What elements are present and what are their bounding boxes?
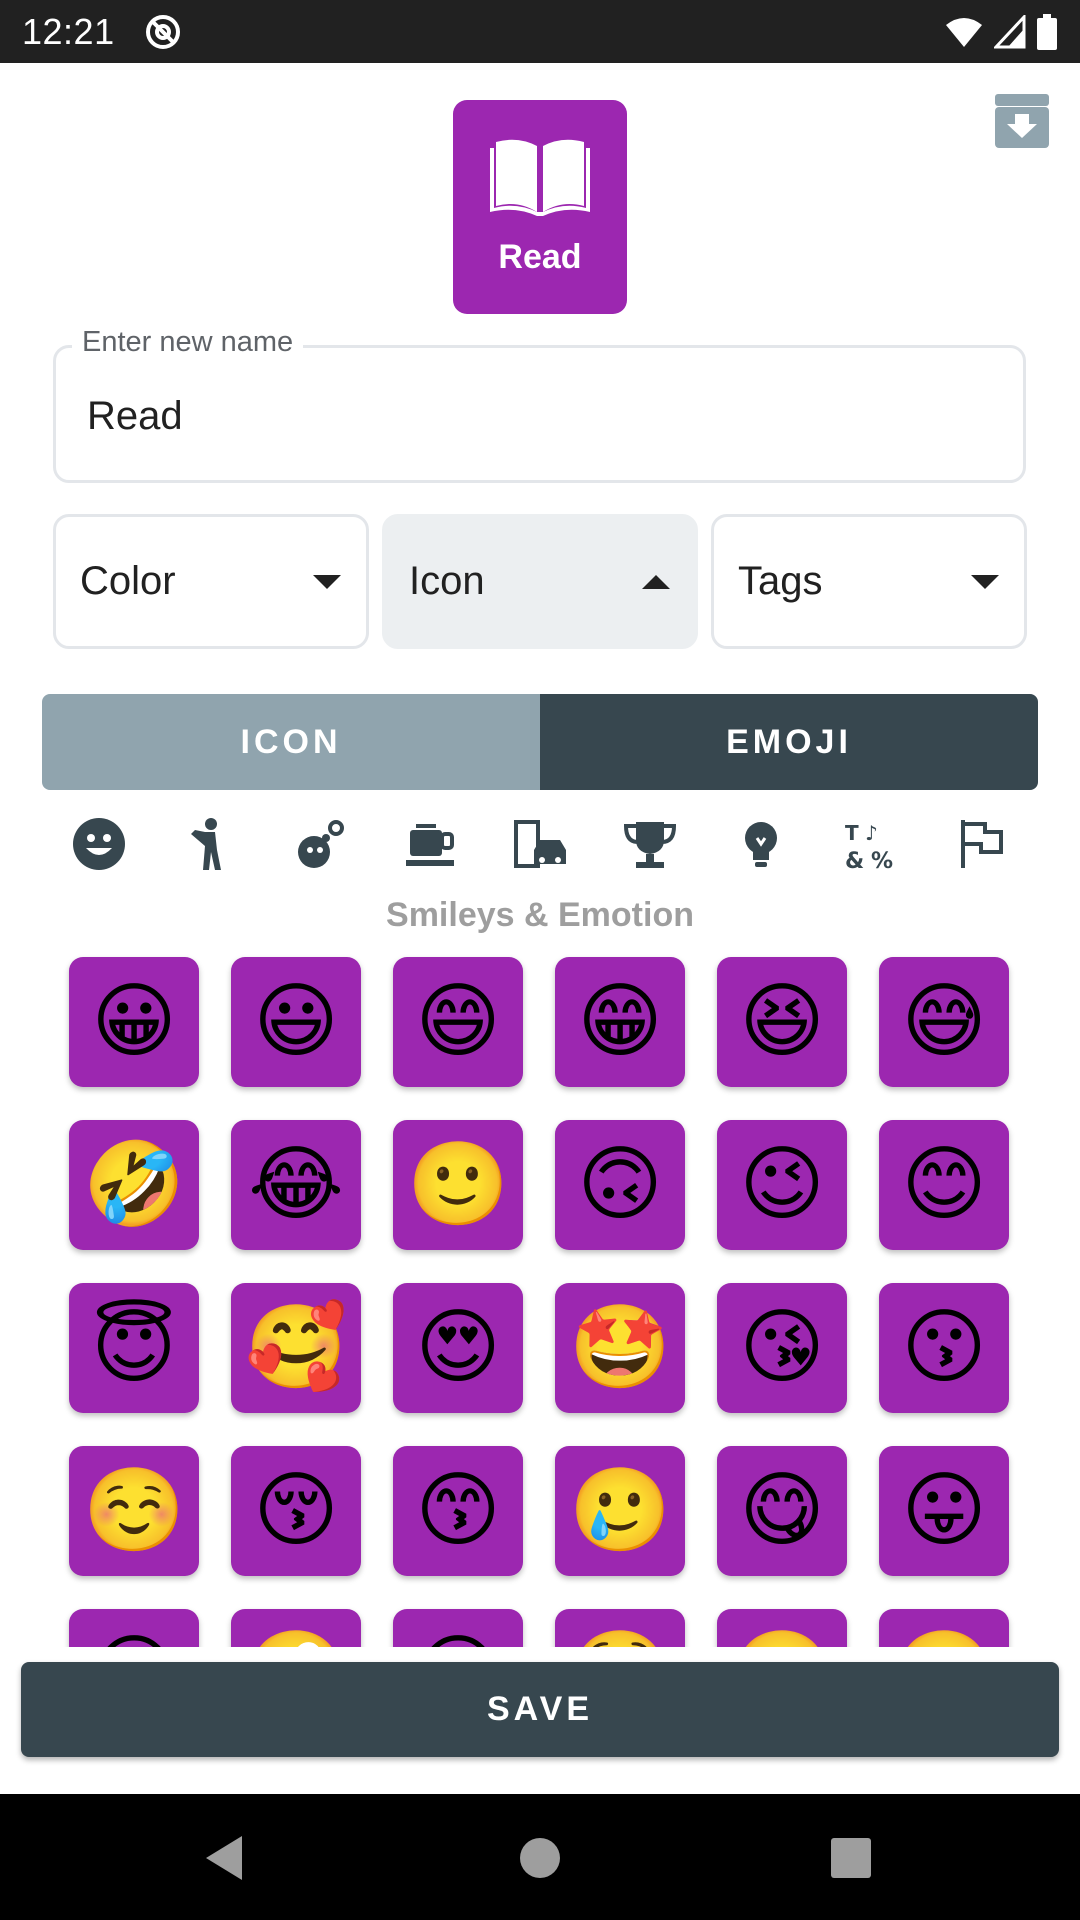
icon-emoji-toggle: ICON EMOJI [42, 694, 1038, 790]
emoji-tile[interactable]: 🤗 [717, 1609, 847, 1647]
name-field[interactable]: Enter new name Read [53, 326, 1026, 483]
emoji-grid: 😀😃😄😁😆😅 🤣😂🙂🙃😉😊 😇🥰😍🤩😘😗 ☺️😚😙🥲😋😛 😜 🤪 😝 🤑 🤗 🤭 [69, 957, 1009, 1647]
recents-icon[interactable] [823, 1830, 879, 1886]
smiley-icon[interactable] [70, 815, 128, 873]
icon-dropdown-label: Icon [409, 559, 485, 603]
tab-icon[interactable]: ICON [42, 694, 540, 790]
emoji-tile[interactable]: 😚 [231, 1446, 361, 1576]
emoji-tile[interactable]: 😇 [69, 1283, 199, 1413]
emoji-tile[interactable]: 🤪 [231, 1609, 361, 1647]
back-icon[interactable] [198, 1830, 254, 1886]
status-time: 12:21 [22, 10, 115, 52]
emoji-tile[interactable]: 🥰 [231, 1283, 361, 1413]
emoji-tile[interactable]: 😙 [393, 1446, 523, 1576]
emoji-tile[interactable]: 😀 [69, 957, 199, 1087]
chevron-down-icon [971, 574, 999, 589]
svg-text:T: T [845, 821, 859, 845]
name-field-label: Enter new name [72, 326, 304, 359]
archive-download-icon[interactable] [993, 92, 1051, 150]
tab-emoji[interactable]: EMOJI [540, 694, 1038, 790]
animal-flower-icon[interactable] [291, 815, 349, 873]
emoji-tile[interactable]: 😗 [879, 1283, 1009, 1413]
svg-text:♪: ♪ [865, 821, 878, 845]
icon-dropdown[interactable]: Icon [382, 514, 698, 649]
home-icon[interactable] [512, 1830, 568, 1886]
battery-icon [1037, 13, 1057, 50]
system-nav-bar [0, 1794, 1080, 1920]
name-field-value[interactable]: Read [87, 394, 183, 439]
trophy-icon[interactable] [621, 815, 679, 873]
emoji-tile[interactable]: 😁 [555, 957, 685, 1087]
color-dropdown[interactable]: Color [53, 514, 369, 649]
emoji-tile[interactable]: 😜 [69, 1609, 199, 1647]
emoji-tile[interactable]: 🤭 [879, 1609, 1009, 1647]
emoji-tile[interactable]: 😘 [717, 1283, 847, 1413]
emoji-tile[interactable]: 🙂 [393, 1120, 523, 1250]
symbols-icon[interactable]: T ♪ &% [842, 815, 900, 873]
emoji-tile[interactable]: ☺️ [69, 1446, 199, 1576]
lightbulb-icon[interactable] [732, 815, 790, 873]
cell-signal-icon [994, 14, 1026, 48]
emoji-tile[interactable]: 😂 [231, 1120, 361, 1250]
emoji-tile[interactable]: 😄 [393, 957, 523, 1087]
emoji-tile[interactable]: 😃 [231, 957, 361, 1087]
chevron-up-icon [642, 574, 670, 589]
preview-label: Read [498, 238, 582, 276]
habit-preview-tile: Read [453, 100, 627, 314]
person-icon[interactable] [180, 815, 238, 873]
emoji-tile[interactable]: 😋 [717, 1446, 847, 1576]
book-open-icon [490, 139, 590, 216]
food-drink-icon[interactable] [401, 815, 459, 873]
emoji-tile[interactable]: 🙃 [555, 1120, 685, 1250]
status-bar: 12:21 [0, 0, 1080, 63]
wifi-icon [946, 17, 982, 47]
emoji-grid-scroll[interactable]: 😀😃😄😁😆😅 🤣😂🙂🙃😉😊 😇🥰😍🤩😘😗 ☺️😚😙🥲😋😛 😜 🤪 😝 🤑 🤗 🤭 [0, 950, 1080, 1647]
at-sign-icon [145, 14, 180, 49]
emoji-category-bar: T ♪ &% [42, 815, 1038, 880]
save-button[interactable]: SAVE [21, 1662, 1059, 1757]
color-dropdown-label: Color [80, 559, 176, 603]
emoji-tile[interactable]: 😍 [393, 1283, 523, 1413]
flags-icon[interactable] [952, 815, 1010, 873]
emoji-tile[interactable]: 😊 [879, 1120, 1009, 1250]
category-title: Smileys & Emotion [386, 896, 694, 934]
emoji-tile[interactable]: 😝 [393, 1609, 523, 1647]
status-icons [944, 13, 1058, 50]
emoji-tile[interactable]: 🥲 [555, 1446, 685, 1576]
emoji-tile[interactable]: 🤑 [555, 1609, 685, 1647]
tags-dropdown[interactable]: Tags [711, 514, 1027, 649]
screen: 12:21 Read Enter new name Read Color Ico… [0, 0, 1080, 1920]
chevron-down-icon [313, 574, 341, 589]
emoji-tile[interactable]: 😉 [717, 1120, 847, 1250]
emoji-tile[interactable]: 😆 [717, 957, 847, 1087]
emoji-tile[interactable]: 😛 [879, 1446, 1009, 1576]
svg-text:&: & [845, 849, 864, 872]
tags-dropdown-label: Tags [738, 559, 823, 603]
travel-places-icon[interactable] [511, 815, 569, 873]
emoji-tile[interactable]: 🤣 [69, 1120, 199, 1250]
svg-text:%: % [871, 849, 893, 872]
emoji-tile[interactable]: 😅 [879, 957, 1009, 1087]
emoji-tile[interactable]: 🤩 [555, 1283, 685, 1413]
